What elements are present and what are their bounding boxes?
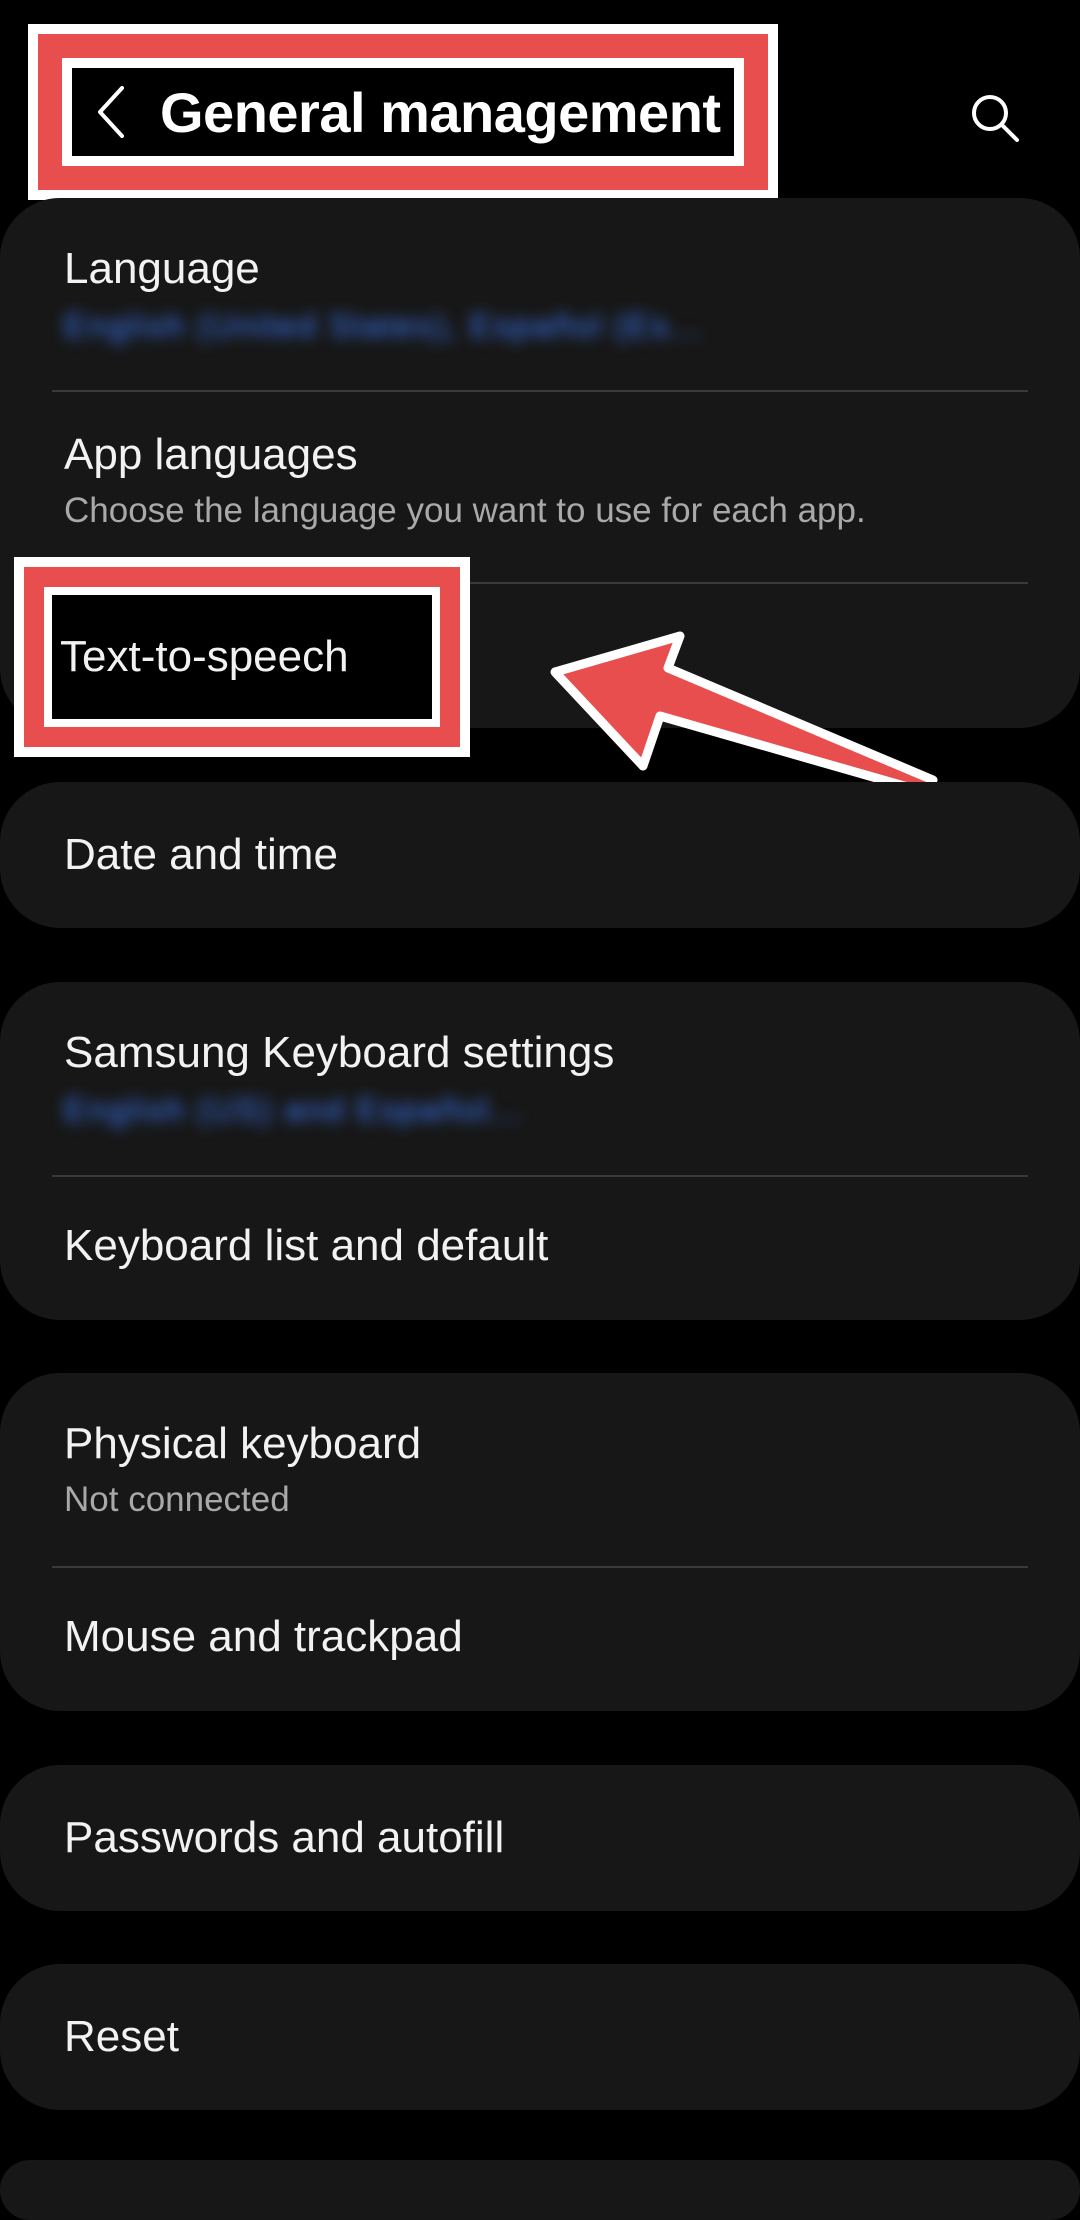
title-highlight-box: General management — [28, 24, 778, 200]
header-bar: General management — [62, 58, 744, 166]
keyboard-list-item[interactable]: Keyboard list and default — [0, 1175, 1080, 1320]
back-button[interactable] — [72, 72, 152, 152]
physical-group-card: Physical keyboard Not connected Mouse an… — [0, 1373, 1080, 1711]
physical-keyboard-title: Physical keyboard — [64, 1419, 422, 1468]
back-chevron-icon — [98, 86, 124, 138]
reset-title: Reset — [64, 2012, 179, 2061]
passwords-group-card: Passwords and autofill — [0, 1765, 1080, 1911]
annotation-arrow-icon — [550, 631, 938, 797]
physical-keyboard-subtitle: Not connected — [64, 1479, 290, 1519]
language-title: Language — [64, 244, 260, 293]
app-languages-subtitle: Choose the language you want to use for … — [64, 490, 866, 530]
reset-item[interactable]: Reset — [0, 1964, 1080, 2110]
samsung-keyboard-value-blurred: English (US) and Español... — [64, 1090, 524, 1128]
app-languages-item[interactable]: App languages Choose the language you wa… — [0, 390, 1080, 582]
text-to-speech-title: Text-to-speech — [60, 631, 349, 681]
samsung-keyboard-title: Samsung Keyboard settings — [64, 1028, 615, 1077]
keyboard-group-card: Samsung Keyboard settings English (US) a… — [0, 982, 1080, 1320]
passwords-autofill-item[interactable]: Passwords and autofill — [0, 1765, 1080, 1911]
language-item[interactable]: Language English (United States), Españo… — [0, 198, 1080, 390]
keyboard-list-title: Keyboard list and default — [64, 1221, 549, 1270]
page-title: General management — [160, 80, 721, 144]
reset-group-card: Reset — [0, 1964, 1080, 2110]
date-and-time-title: Date and time — [64, 830, 338, 879]
mouse-trackpad-item[interactable]: Mouse and trackpad — [0, 1566, 1080, 1711]
samsung-keyboard-item[interactable]: Samsung Keyboard settings English (US) a… — [0, 982, 1080, 1175]
app-languages-title: App languages — [64, 430, 358, 479]
tts-highlight-box: Text-to-speech — [14, 557, 470, 757]
passwords-autofill-title: Passwords and autofill — [64, 1813, 505, 1862]
mouse-trackpad-title: Mouse and trackpad — [64, 1612, 463, 1661]
language-value-blurred: English (United States), Español (Es... — [64, 306, 704, 344]
search-button[interactable] — [955, 78, 1035, 158]
physical-keyboard-item[interactable]: Physical keyboard Not connected — [0, 1373, 1080, 1566]
date-group-card: Date and time — [0, 782, 1080, 928]
search-icon — [972, 95, 1019, 142]
next-group-card-partial — [0, 2160, 1080, 2220]
date-and-time-item[interactable]: Date and time — [0, 782, 1080, 928]
text-to-speech-item[interactable]: Text-to-speech — [44, 587, 440, 727]
